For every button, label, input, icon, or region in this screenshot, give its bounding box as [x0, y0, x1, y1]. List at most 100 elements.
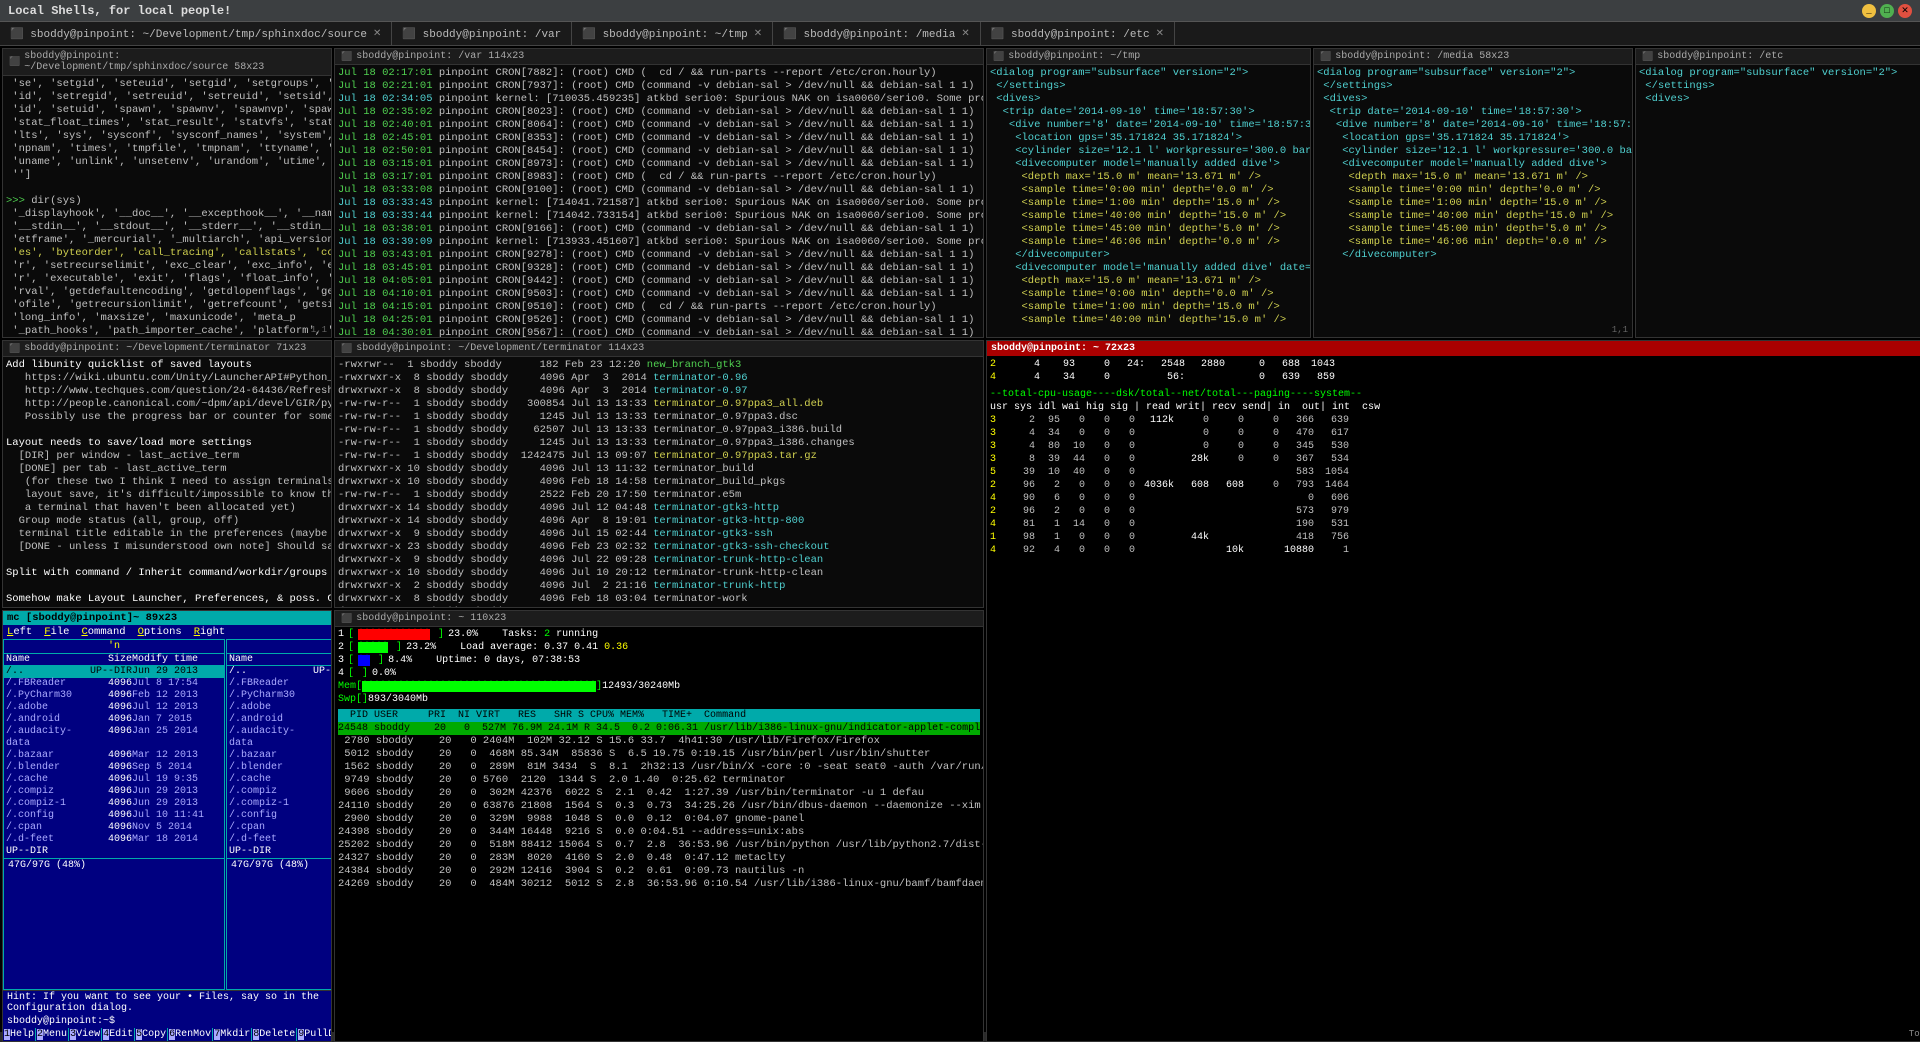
mc-menu-command[interactable]: Command [81, 626, 125, 638]
term-line: <dialog program="subsurface" version="2"… [1317, 67, 1629, 80]
close-button[interactable]: ✕ [1898, 4, 1912, 18]
mc-row-ado[interactable]: /.adobe4096 Jul 12 2013 [4, 702, 224, 714]
nmon-data-row: 2 96 2 0 0 0 4036k 608 608 0 793 1464 [990, 479, 1920, 492]
htop-proc-row[interactable]: 9606 sboddy 20 0 302M 42376 6022 S 2.1 0… [338, 787, 980, 800]
term-line: <sample time='0:00 min' depth='0.0 m' /> [990, 184, 1307, 197]
term-line: 'r', 'executable', 'exit', 'flags', 'flo… [6, 273, 328, 286]
tab-2[interactable]: ⬛ sboddy@pinpoint: ~/tmp ✕ [572, 22, 773, 45]
tab-3-close[interactable]: ✕ [961, 28, 969, 40]
mc-r-row-comp2[interactable]: /.compiz-14096 Jun 29 2013 [227, 798, 331, 810]
pane-4-content[interactable]: <dialog program="subsurface" version="2"… [1314, 65, 1632, 337]
mc-row-py3[interactable]: /.PyCharm304096 Feb 12 2013 [4, 690, 224, 702]
pane-1-content[interactable]: 'se', 'setgid', 'seteuid', 'setgid', 'se… [3, 76, 331, 337]
mc-btn-3[interactable]: 3View [69, 1028, 102, 1041]
term-line: <depth max='15.0 m' mean='13.671 m' /> [990, 171, 1307, 184]
pane-htop-content[interactable]: 1[|||||||||||| ] 23.0% Tasks: 2 running … [335, 627, 983, 1041]
tab-1[interactable]: ⬛ sboddy@pinpoint: /var [392, 22, 572, 45]
htop-proc-row[interactable]: 2780 sboddy 20 0 2404M 102M 32.12 S 15.6… [338, 735, 980, 748]
htop-proc-row[interactable]: 5012 sboddy 20 0 468M 85.34M 85836 S 6.5… [338, 748, 980, 761]
mc-r-row-blen[interactable]: /.blender4096 Sep 5 2014 [227, 762, 331, 774]
htop-proc-row[interactable]: 24384 sboddy 20 0 292M 12416 3904 S 0.2 … [338, 865, 980, 878]
mc-row-and[interactable]: /.android4096 Jan 7 2015 [4, 714, 224, 726]
tab-4[interactable]: ⬛ sboddy@pinpoint: /etc ✕ [981, 22, 1175, 45]
mc-row-aud[interactable]: /.audacity-data4096 Jan 25 2014 [4, 726, 224, 750]
term-line: Layout needs to save/load more settings [6, 437, 328, 450]
mc-btn-2[interactable]: 2Menu [36, 1028, 69, 1041]
term-line: -rw-rw-r-- 1 sboddy sboddy 1245 Jul 13 1… [338, 437, 980, 450]
mc-menu-options[interactable]: Options [138, 626, 182, 638]
mc-r-row-updir2[interactable]: UP--DIR [227, 846, 331, 858]
term-line: Jul 18 03:33:08 pinpoint CRON[9100]: (ro… [338, 184, 980, 197]
mc-right-panel-header: 'n [227, 640, 331, 654]
mc-hint: Hint: If you want to see your • Files, s… [3, 990, 331, 1015]
mc-menu-file[interactable]: File [44, 626, 69, 638]
mc-row-fbr[interactable]: /.FBReader4096 Jul 8 17:54 [4, 678, 224, 690]
term-line: -rwxrwxr-x 8 sboddy sboddy 4096 Apr 3 20… [338, 372, 980, 385]
pane-4-icon: ⬛ [1320, 52, 1331, 62]
tab-4-close[interactable]: ✕ [1156, 28, 1164, 40]
mc-row-blen[interactable]: /.blender4096 Sep 5 2014 [4, 762, 224, 774]
nmon-content[interactable]: 2 4 93 0 24: 2548 2880 0 688 1043 4 4 34… [987, 356, 1920, 1041]
mc-menu-right[interactable]: Right [194, 626, 226, 638]
tab-3[interactable]: ⬛ sboddy@pinpoint: /media ✕ [773, 22, 981, 45]
mc-r-row-comp[interactable]: /.compiz4096 Jun 29 2013 [227, 786, 331, 798]
htop-proc-row[interactable]: 25202 sboddy 20 0 518M 88412 15064 S 0.7… [338, 839, 980, 852]
mc-row-cpan[interactable]: /.cpan4096 Nov 5 2014 [4, 822, 224, 834]
htop-proc-row[interactable]: 24398 sboddy 20 0 344M 16448 9216 S 0.0 … [338, 826, 980, 839]
mc-r-row-conf[interactable]: /.config4096 Jul 10 11:41 [227, 810, 331, 822]
htop-proc-row-highlight[interactable]: 24548 sboddy 20 0 527M 76.9M 24.1M R 34.… [338, 722, 980, 735]
mc-menu-left[interactable]: Left [7, 626, 32, 638]
tab-2-close[interactable]: ✕ [754, 28, 762, 40]
htop-proc-row[interactable]: 9749 sboddy 20 0 5760 2120 1344 S 2.0 1.… [338, 774, 980, 787]
term-line: -rw-rw-r-- 1 sboddy sboddy 1245 Jul 13 1… [338, 411, 980, 424]
htop-proc-row[interactable]: 24110 sboddy 20 0 63876 21808 1564 S 0.3… [338, 800, 980, 813]
htop-proc-row[interactable]: 24327 sboddy 20 0 283M 8020 4160 S 2.0 0… [338, 852, 980, 865]
maximize-button[interactable]: □ [1880, 4, 1894, 18]
pane-6-content[interactable]: Add libunity quicklist of saved layouts … [3, 357, 331, 607]
term-line: Jul 18 02:21:01 pinpoint CRON[7937]: (ro… [338, 80, 980, 93]
nmon-row: 4 4 34 0 56: 0 639 859 [990, 371, 1920, 384]
mc-btn-8[interactable]: 8Delete [252, 1028, 297, 1041]
pane-2-content[interactable]: Jul 18 02:17:01 pinpoint CRON[7882]: (ro… [335, 65, 983, 337]
mc-row-cache[interactable]: /.cache4096 Jul 19 9:35 [4, 774, 224, 786]
mc-r-row-baz[interactable]: /.bazaar4096 Mar 12 2013 [227, 750, 331, 762]
mc-r-row-fbr[interactable]: /.FBReader4096 Jul 8 17:54 [227, 678, 331, 690]
mc-row-comp[interactable]: /.compiz4096 Jun 29 2013 [4, 786, 224, 798]
pane-7-content[interactable]: -rwxrwr-- 1 sboddy sboddy 182 Feb 23 12:… [335, 357, 983, 607]
mc-r-row-ado[interactable]: /.adobe4096 Jul 12 2013 [227, 702, 331, 714]
mc-btn-5[interactable]: 5Copy [135, 1028, 168, 1041]
mc-r-row-and[interactable]: /.android4096 Jan 7 2015 [227, 714, 331, 726]
mc-row-dfeet[interactable]: /.d-feet4096 Mar 18 2014 [4, 834, 224, 846]
mc-row-baz[interactable]: /.bazaar4096 Mar 12 2013 [4, 750, 224, 762]
mc-r-row-aud[interactable]: /.audacity-data4096 Jan 25 2014 [227, 726, 331, 750]
tab-0[interactable]: ⬛ sboddy@pinpoint: ~/Development/tmp/sph… [0, 22, 392, 45]
term-line: drwxrwxr-x 2 sboddy sboddy 4096 Jul 2 21… [338, 580, 980, 593]
mc-r-row-cpan[interactable]: /.cpan4096 Nov 5 2014 [227, 822, 331, 834]
htop-proc-row[interactable]: 2900 sboddy 20 0 329M 9988 1048 S 0.0 0.… [338, 813, 980, 826]
mc-cmdline[interactable]: sboddy@pinpoint:~$ [3, 1015, 331, 1028]
mc-btn-9[interactable]: 9PullDn [297, 1028, 332, 1041]
mc-row-conf[interactable]: /.config4096 Jul 10 11:41 [4, 810, 224, 822]
mc-btn-4[interactable]: 4Edit [102, 1028, 135, 1041]
mc-row-comp2[interactable]: /.compiz-14096 Jun 29 2013 [4, 798, 224, 810]
term-line: drwxrwxr-x 9 sboddy sboddy 4096 Jul 22 0… [338, 554, 980, 567]
mc-row-up[interactable]: /..UP--DIR Jun 29 2013 [4, 666, 224, 678]
mc-r-row-dfeet[interactable]: /.d-feet4096 Mar 18 2014 [227, 834, 331, 846]
mc-row-updir2[interactable]: UP--DIR [4, 846, 224, 858]
term-line: [DONE - unless I misunderstood own note]… [6, 541, 328, 554]
term-line: <divecomputer model='manually added dive… [990, 158, 1307, 171]
mc-r-row-py3[interactable]: /.PyCharm304096 Feb 12 2013 [227, 690, 331, 702]
minimize-button[interactable]: _ [1862, 4, 1876, 18]
pane-5-content[interactable]: <dialog program="subsurface" version="2"… [1636, 65, 1920, 337]
mc-btn-6[interactable]: 6RenMov [168, 1028, 213, 1041]
term-line: <dives> [990, 93, 1307, 106]
pane-3-icon: ⬛ [993, 52, 1004, 62]
htop-proc-row[interactable]: 1562 sboddy 20 0 289M 81M 3434 S 8.1 2h3… [338, 761, 980, 774]
mc-btn-1[interactable]: 1Help [3, 1028, 36, 1041]
tab-0-close[interactable]: ✕ [373, 28, 381, 40]
htop-proc-row[interactable]: 24269 sboddy 20 0 484M 30212 5012 S 2.8 … [338, 878, 980, 891]
mc-r-row-cache[interactable]: /.cache4096 Jul 19 9:35 [227, 774, 331, 786]
mc-btn-7[interactable]: 7Mkdir [213, 1028, 252, 1041]
pane-3-content[interactable]: <dialog program="subsurface" version="2"… [987, 65, 1310, 337]
mc-r-row-up[interactable]: /..UP--DIR Jun 29 2013 [227, 666, 331, 678]
